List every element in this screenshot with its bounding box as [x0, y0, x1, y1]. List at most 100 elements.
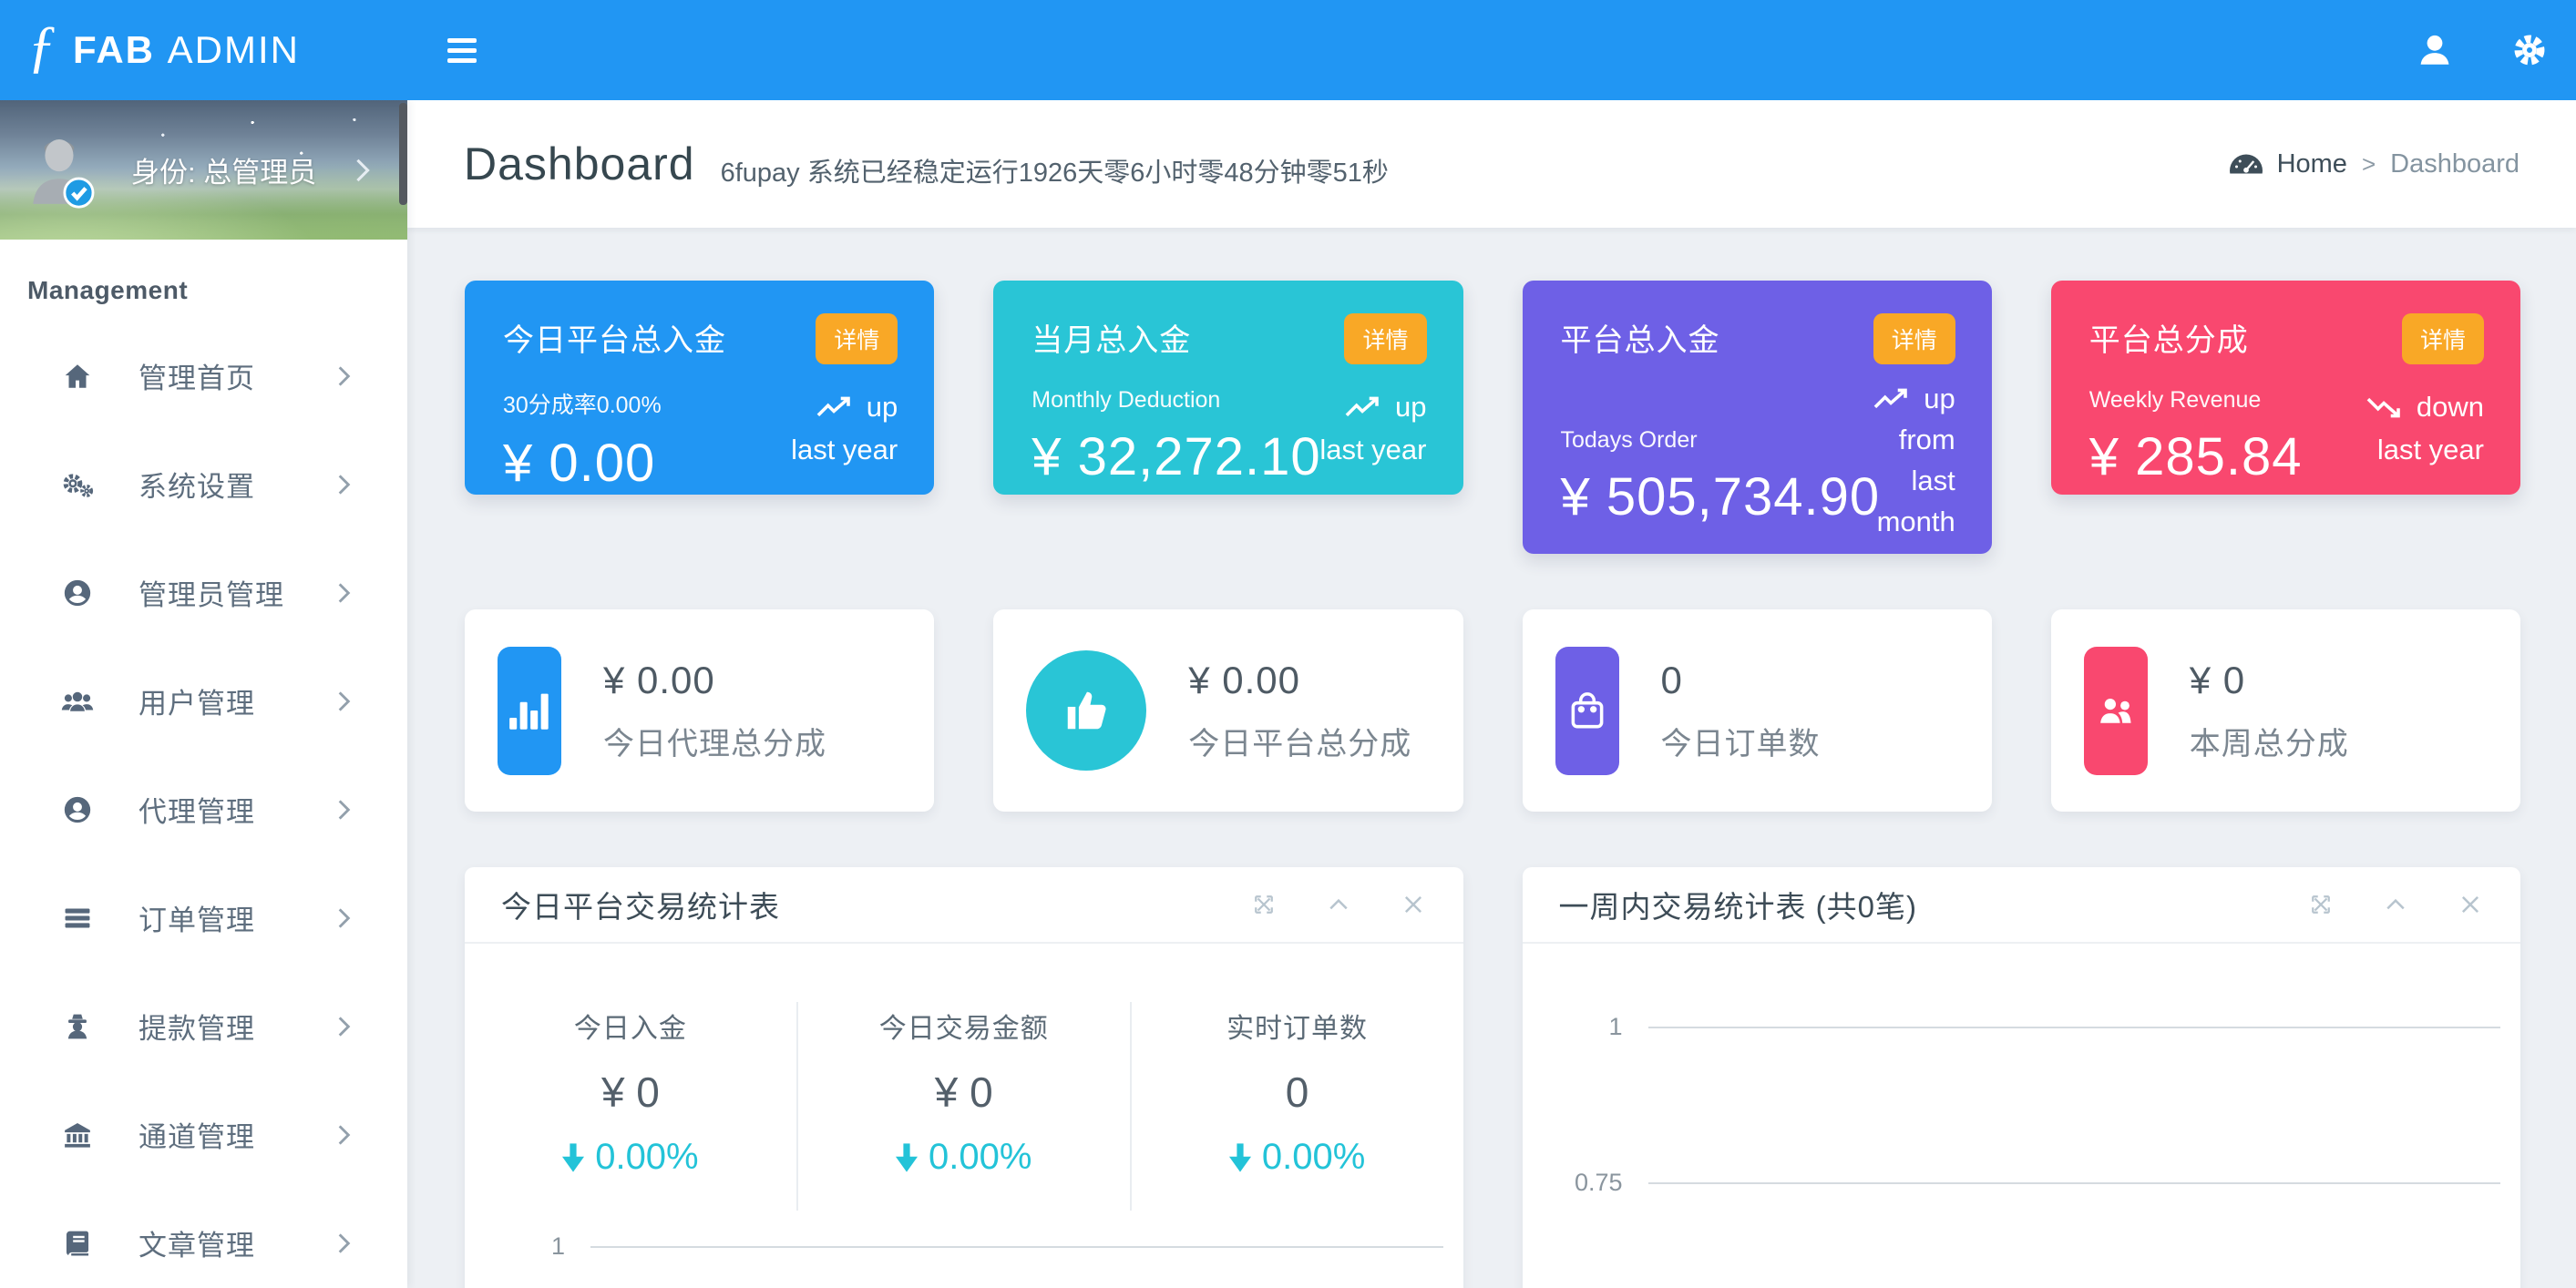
stat-card-month-deposit: 当月总入金 详情 Monthly Deduction ¥ 32,272.10 u…	[993, 281, 1462, 495]
collapse-icon[interactable]	[2382, 891, 2409, 918]
expand-icon[interactable]	[1250, 891, 1278, 918]
sidebar-section-label: Management	[27, 276, 407, 305]
stat-card-platform-total-deposit: 平台总入金 详情 Todays Order ¥ 505,734.90 up fr…	[1523, 281, 1992, 554]
uptime-subtitle: 6fupay 系统已经稳定运行1926天零6小时零48分钟零51秒	[721, 151, 1389, 189]
gear-icon[interactable]	[2510, 31, 2549, 69]
brand-text-bold: FAB	[73, 28, 155, 71]
brand-text-light: ADMIN	[168, 28, 300, 71]
chevron-right-icon	[337, 582, 351, 604]
sidebar-item-order-management[interactable]: 订单管理	[0, 864, 407, 972]
chevron-right-icon	[337, 690, 351, 712]
dashboard-body: 今日平台总入金 详情 30分成率0.00% ¥ 0.00 up last yea…	[407, 228, 2576, 1288]
sidebar-item-user-management[interactable]: 用户管理	[0, 647, 407, 755]
page-title: Dashboard	[464, 138, 695, 190]
chevron-right-icon	[337, 907, 351, 929]
chevron-right-icon	[354, 158, 371, 183]
mini-card-row: ¥ 0.00 今日代理总分成 ¥ 0.00 今日平台总分成 0	[465, 609, 2520, 812]
profile-panel[interactable]: 身份: 总管理员	[0, 100, 407, 240]
gridline	[1648, 1182, 2501, 1184]
y-axis-tick: 0.75	[1523, 1169, 1623, 1197]
user-circle-icon	[60, 578, 95, 608]
panel-title: 今日平台交易统计表	[501, 883, 780, 926]
fab-logo-icon: ƒ	[27, 17, 56, 76]
topbar-actions	[2416, 31, 2576, 69]
sidebar-item-system-settings[interactable]: 系统设置	[0, 430, 407, 538]
sidebar-item-admin-management[interactable]: 管理员管理	[0, 538, 407, 647]
chevron-right-icon	[337, 1232, 351, 1254]
chevron-right-icon	[337, 799, 351, 821]
user-circle-icon	[60, 794, 95, 825]
chevron-right-icon	[337, 365, 351, 387]
stat-col-realtime-orders: 实时订单数 0 0.00%	[1130, 1002, 1463, 1211]
details-badge[interactable]: 详情	[816, 313, 898, 364]
close-icon[interactable]	[1400, 891, 1427, 918]
user-icon[interactable]	[2416, 31, 2454, 69]
collapse-icon[interactable]	[1325, 891, 1352, 918]
sidebar-item-article-management[interactable]: 文章管理	[0, 1189, 407, 1288]
users-icon	[60, 686, 95, 717]
home-icon	[60, 361, 95, 392]
panel-row: 今日平台交易统计表 今日入金 ¥ 0 0.00% 今日交易金额	[465, 867, 2520, 1288]
sidebar-item-agent-management[interactable]: 代理管理	[0, 755, 407, 864]
breadcrumb-current: Dashboard	[2390, 149, 2520, 179]
details-badge[interactable]: 详情	[1873, 313, 1955, 364]
sidebar-menu: 管理首页 系统设置 管理员管理 用户管理 代理管理 订单管理	[0, 322, 407, 1288]
close-icon[interactable]	[2457, 891, 2484, 918]
sidebar-item-home[interactable]: 管理首页	[0, 322, 407, 430]
bank-icon	[60, 1119, 95, 1150]
avatar	[24, 131, 98, 210]
details-badge[interactable]: 详情	[2402, 313, 2484, 364]
trending-down-icon	[2366, 394, 2406, 420]
panel-today-transactions: 今日平台交易统计表 今日入金 ¥ 0 0.00% 今日交易金额	[465, 867, 1463, 1288]
cogs-icon	[60, 469, 95, 500]
stat-card-row: 今日平台总入金 详情 30分成率0.00% ¥ 0.00 up last yea…	[465, 281, 2520, 554]
arrow-down-icon	[562, 1143, 584, 1172]
gridline	[590, 1246, 1443, 1248]
mini-card-orders-today: 0 今日订单数	[1523, 609, 1992, 812]
expand-icon[interactable]	[2307, 891, 2335, 918]
week-chart: 1 0.75	[1523, 1013, 2521, 1197]
panel-title: 一周内交易统计表 (共0笔)	[1559, 883, 1918, 926]
breadcrumb-home[interactable]: Home	[2277, 149, 2347, 179]
chevron-right-icon	[337, 474, 351, 496]
book-icon	[60, 1228, 95, 1259]
y-axis-tick: 1	[1523, 1013, 1623, 1041]
user-secret-icon	[60, 1011, 95, 1042]
page-header: Dashboard 6fupay 系统已经稳定运行1926天零6小时零48分钟零…	[407, 100, 2576, 228]
bar-chart-icon	[498, 647, 561, 775]
sidebar-item-channel-management[interactable]: 通道管理	[0, 1080, 407, 1189]
stat-col-today-deposit: 今日入金 ¥ 0 0.00%	[465, 1002, 796, 1211]
profile-identity-label: 身份: 总管理员	[131, 149, 316, 190]
details-badge[interactable]: 详情	[1344, 313, 1426, 364]
sidebar-item-withdraw-management[interactable]: 提款管理	[0, 972, 407, 1080]
sidebar-scrollbar[interactable]	[399, 103, 407, 205]
topbar: ƒ FAB ADMIN	[0, 0, 2576, 100]
thumbs-up-icon	[1026, 650, 1146, 771]
chevron-right-icon	[337, 1016, 351, 1038]
breadcrumb-separator: >	[2362, 150, 2376, 179]
today-chart: 1	[465, 1232, 1463, 1261]
arrow-down-icon	[896, 1143, 918, 1172]
trending-up-icon	[1344, 394, 1384, 420]
stat-card-today-platform-deposit: 今日平台总入金 详情 30分成率0.00% ¥ 0.00 up last yea…	[465, 281, 934, 495]
trending-up-icon	[816, 394, 856, 420]
gridline	[1648, 1027, 2501, 1028]
users-icon	[2084, 647, 2148, 775]
chevron-right-icon	[337, 1124, 351, 1146]
hamburger-menu-icon[interactable]	[447, 38, 477, 63]
sidebar: 身份: 总管理员 Management 管理首页 系统设置 管理员管理 用户管理…	[0, 100, 407, 1288]
brand-logo[interactable]: ƒ FAB ADMIN	[0, 0, 407, 100]
stat-col-today-volume: 今日交易金额 ¥ 0 0.00%	[796, 1002, 1130, 1211]
mini-card-agent-share-today: ¥ 0.00 今日代理总分成	[465, 609, 934, 812]
shopping-bag-icon	[1555, 647, 1619, 775]
mini-card-platform-share-today: ¥ 0.00 今日平台总分成	[993, 609, 1462, 812]
panel-week-transactions: 一周内交易统计表 (共0笔) 1 0.75	[1523, 867, 2521, 1288]
main-content: Dashboard 6fupay 系统已经稳定运行1926天零6小时零48分钟零…	[407, 100, 2576, 1288]
mini-card-week-share: ¥ 0 本周总分成	[2051, 609, 2520, 812]
arrow-down-icon	[1229, 1143, 1251, 1172]
breadcrumb: Home > Dashboard	[2230, 149, 2520, 179]
brand-text: FAB ADMIN	[73, 28, 300, 72]
trending-up-icon	[1873, 386, 1913, 412]
dashboard-gauge-icon	[2230, 153, 2263, 175]
list-icon	[60, 903, 95, 934]
